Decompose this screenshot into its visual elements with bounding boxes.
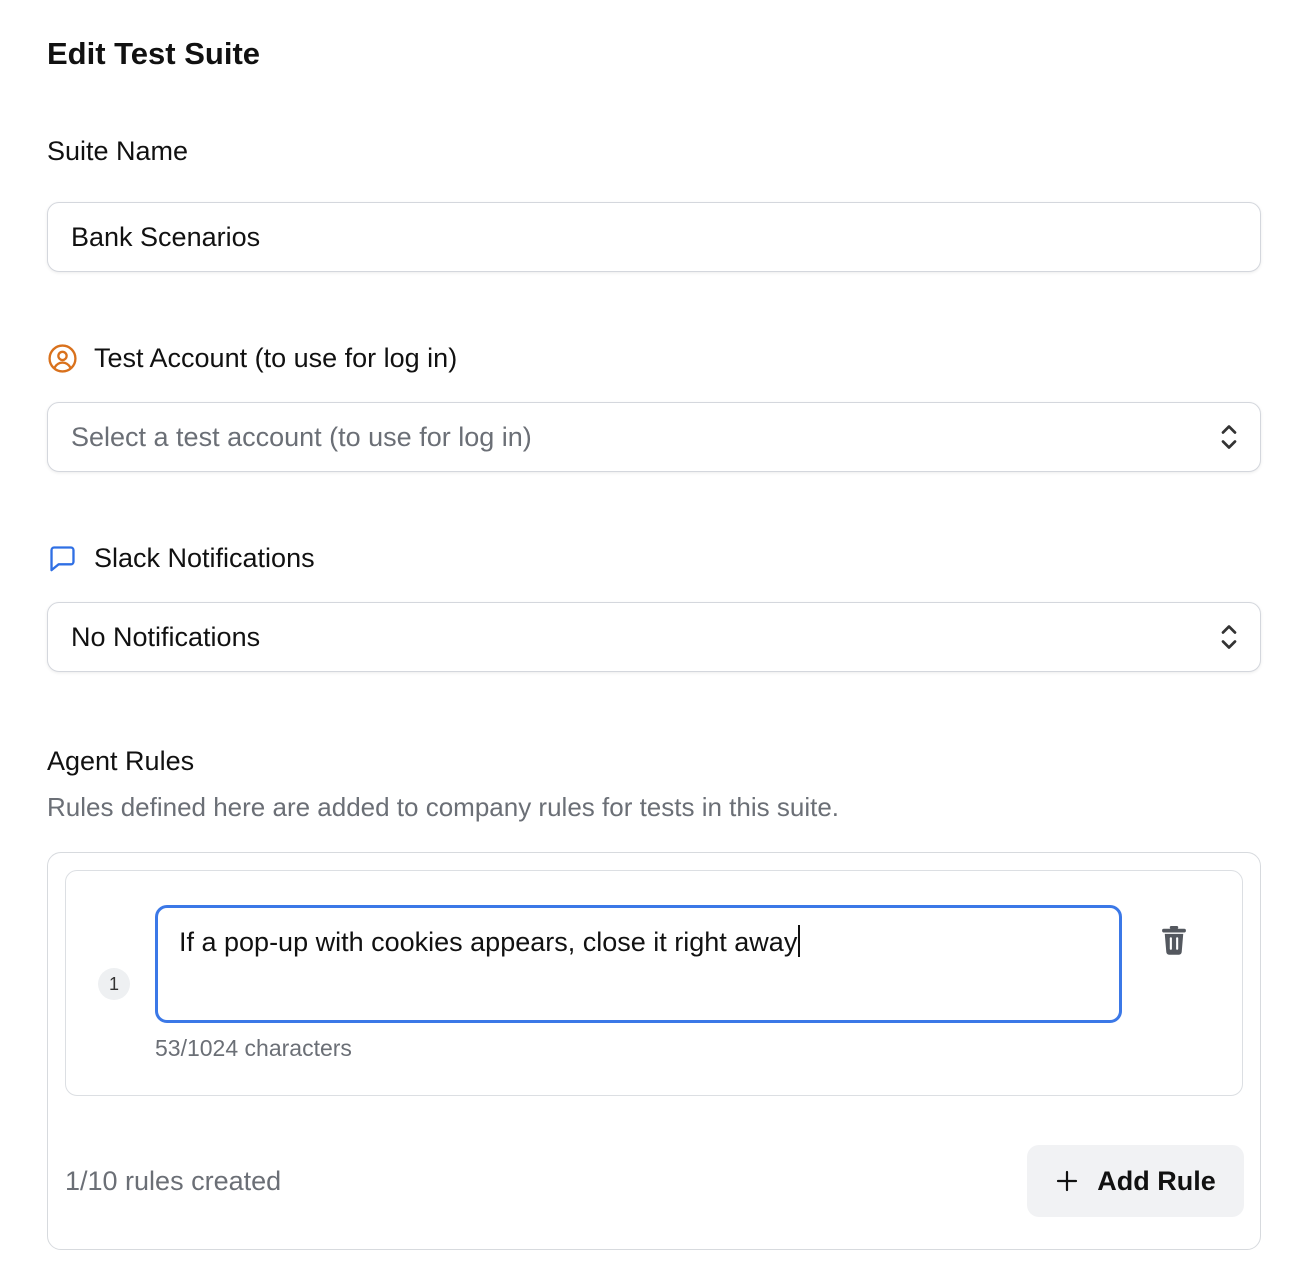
rule-text-input[interactable]: If a pop-up with cookies appears, close …: [155, 905, 1122, 1023]
rule-text-value: If a pop-up with cookies appears, close …: [179, 927, 798, 957]
edit-test-suite-page: Edit Test Suite Suite Name Bank Scenario…: [0, 0, 1312, 1286]
user-circle-icon: [48, 344, 77, 373]
agent-rules-label-text: Agent Rules: [47, 746, 195, 776]
suite-name-input[interactable]: Bank Scenarios: [47, 202, 1261, 272]
plus-icon: [1057, 1170, 1078, 1192]
page-title: Edit Test Suite: [47, 36, 261, 71]
text-cursor: [798, 925, 801, 957]
test-account-label: Test Account (to use for log in): [47, 343, 457, 374]
agent-rules-container: 1 If a pop-up with cookies appears, clos…: [47, 852, 1261, 1250]
agent-rules-label: Agent Rules: [47, 746, 194, 777]
chat-bubble-icon: [50, 546, 75, 572]
delete-rule-trash-icon[interactable]: [1160, 924, 1188, 956]
slack-notifications-select[interactable]: No Notifications: [47, 602, 1261, 672]
test-account-select[interactable]: Select a test account (to use for log in…: [47, 402, 1261, 472]
add-rule-label: Add Rule: [1097, 1165, 1216, 1196]
slack-notifications-label-text: Slack Notifications: [94, 543, 315, 573]
rule-character-count: 53/1024 characters: [155, 1035, 352, 1061]
suite-name-label-text: Suite Name: [47, 136, 189, 166]
suite-name-label: Suite Name: [47, 136, 188, 167]
suite-name-value: Bank Scenarios: [71, 221, 261, 252]
agent-rules-description: Rules defined here are added to company …: [47, 792, 839, 822]
slack-notifications-value: No Notifications: [71, 621, 261, 652]
chevron-up-down-icon: [1221, 425, 1237, 449]
test-account-placeholder: Select a test account (to use for log in…: [71, 421, 532, 452]
rule-item: 1 If a pop-up with cookies appears, clos…: [65, 870, 1243, 1096]
test-account-label-text: Test Account (to use for log in): [94, 343, 458, 373]
slack-notifications-label: Slack Notifications: [47, 543, 315, 574]
rule-number-badge: 1: [98, 968, 130, 1000]
chevron-up-down-icon: [1221, 625, 1237, 649]
rules-created-count: 1/10 rules created: [65, 1166, 282, 1196]
add-rule-button[interactable]: Add Rule: [1027, 1145, 1244, 1217]
